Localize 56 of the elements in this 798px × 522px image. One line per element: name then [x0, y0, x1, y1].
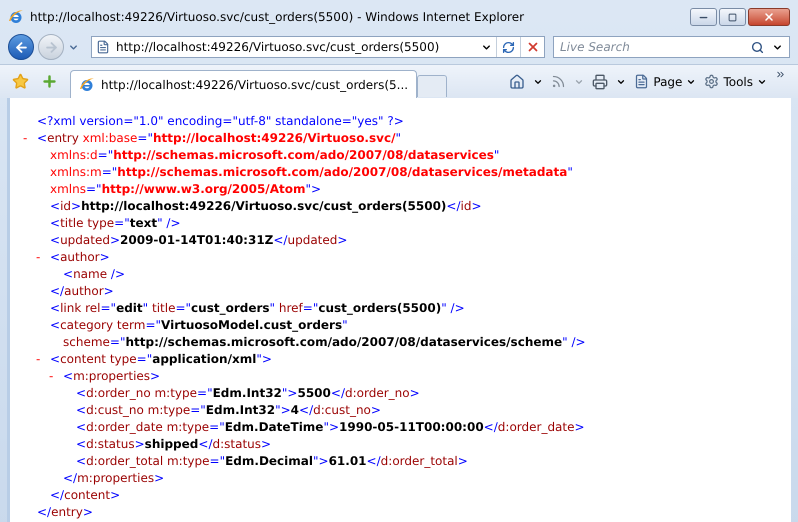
collapse-toggle[interactable]: - — [49, 370, 54, 382]
xml-line: <m:properties> — [63, 368, 160, 384]
xml-line: <entry xml:base="http://localhost:49226/Virtuoso.svc/" — [37, 130, 401, 146]
search-field[interactable]: Live Search — [553, 36, 790, 58]
xml-line: scheme="http://schemas.microsoft.com/ado/2007/08/dataservices/scheme" /> — [63, 334, 586, 350]
maximize-button[interactable] — [719, 8, 746, 26]
xml-line: <author> — [50, 248, 110, 266]
xml-line: <?xml version="1.0" encoding="utf-8" standalone="yes" ?> — [37, 112, 404, 130]
more-tools-icon[interactable] — [775, 69, 786, 80]
xml-line: </content> — [50, 486, 120, 504]
xml-line: <title type="text" /> — [50, 214, 181, 232]
search-icon[interactable] — [751, 40, 764, 54]
xml-line: <updated>2009-01-14T01:40:31Z</updated> — [50, 232, 348, 248]
collapse-toggle[interactable]: - — [36, 352, 40, 364]
stop-icon[interactable] — [526, 40, 540, 54]
collapse-toggle[interactable]: - — [36, 250, 40, 262]
forward-arrow-icon — [44, 40, 58, 54]
address-field[interactable]: http://localhost:49226/Virtuoso.svc/cust_orders(5500) — [91, 36, 545, 58]
xml-line: xmlns:m="http://schemas.microsoft.com/ado/2007/08/dataservices/metadata" — [50, 164, 573, 180]
collapse-toggle[interactable]: - — [23, 132, 28, 144]
xml-line: <id>http://localhost:49226/Virtuoso.svc/cust_orders(5500)</id> — [50, 198, 482, 214]
xml-line: <content type="application/xml"> — [50, 350, 272, 368]
xml-line: <link rel="edit" title="cust_orders" href="cust_orders(5500)" /> — [50, 300, 465, 316]
close-icon — [763, 11, 775, 23]
browser-tab[interactable]: http://localhost:49226/Virtuoso.svc/cust_orders(5... — [70, 70, 418, 98]
xml-line: <d:order_total m:type="Edm.Decimal">61.01</d:order_total> — [76, 452, 468, 470]
xml-line: </entry> — [37, 504, 93, 520]
gear-icon — [704, 74, 720, 89]
back-button[interactable] — [8, 34, 34, 60]
xml-line: <d:order_date m:type="Edm.DateTime">1990-05-11T00:00:00</d:order_date> — [76, 418, 585, 436]
browser-logo-icon — [8, 8, 24, 24]
address-text: http://localhost:49226/Virtuoso.svc/cust_orders(5500) — [116, 39, 440, 56]
xml-line: <d:status>shipped</d:status> — [76, 436, 272, 452]
browser-logo-icon — [79, 76, 95, 92]
search-placeholder: Live Search — [560, 39, 630, 56]
window-title: http://localhost:49226/Virtuoso.svc/cust_orders(5500) - Windows Internet Explorer — [30, 8, 524, 26]
xml-line: <d:order_no m:type="Edm.Int32">5500</d:order_no> — [76, 384, 420, 402]
maximize-icon — [728, 12, 737, 22]
feeds-icon[interactable] — [551, 74, 566, 89]
tools-menu-button[interactable]: Tools — [704, 72, 767, 90]
page-menu-button[interactable]: Page — [634, 72, 696, 90]
add-favorite-icon[interactable] — [41, 73, 58, 90]
xml-line: <d:cust_no m:type="Edm.Int32">4</d:cust_no> — [76, 402, 381, 418]
xml-line: <category term="VirtuosoModel.cust_orders" — [50, 316, 348, 334]
favorites-star-icon[interactable] — [12, 73, 29, 90]
xml-line: xmlns:d="http://schemas.microsoft.com/ado/2007/08/dataservices" — [50, 146, 500, 164]
refresh-icon[interactable] — [502, 40, 515, 54]
page-icon — [96, 40, 110, 54]
xml-line: xmlns="http://www.w3.org/2005/Atom"> — [50, 180, 322, 198]
xml-line: </m:properties> — [63, 470, 164, 486]
close-button[interactable] — [748, 8, 790, 26]
xml-line: <name /> — [63, 266, 126, 282]
print-icon[interactable] — [592, 74, 608, 90]
page-icon — [634, 74, 650, 89]
xml-line: </author> — [50, 282, 114, 300]
home-icon[interactable] — [509, 74, 526, 90]
